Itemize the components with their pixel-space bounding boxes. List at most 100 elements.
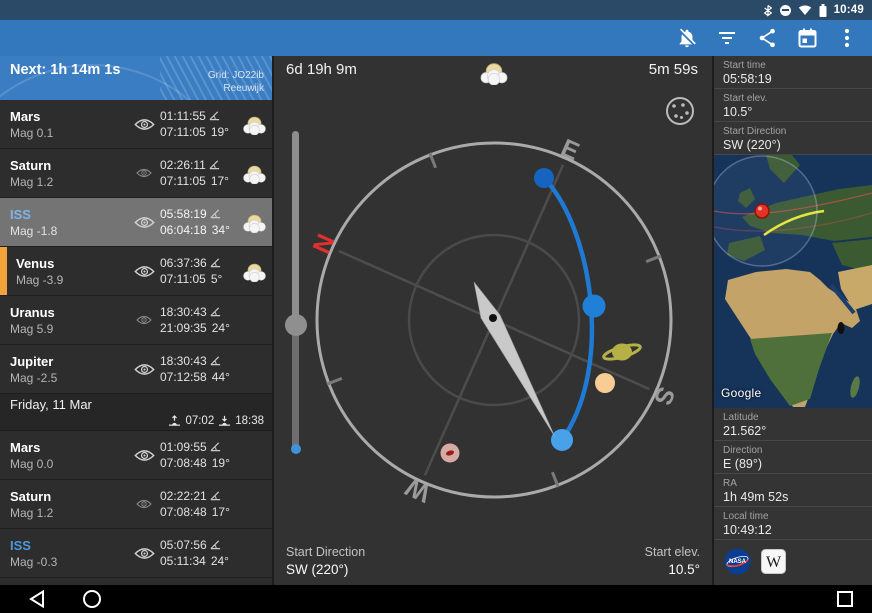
- visibility-eye-icon[interactable]: [128, 499, 160, 509]
- info-start-direction: Start Direction SW (220°): [714, 122, 872, 155]
- nav-back-button[interactable]: [28, 589, 46, 609]
- satellite-position-dot: [583, 295, 606, 318]
- weather-icon[interactable]: [236, 261, 272, 282]
- sunset-icon: [218, 415, 231, 427]
- app-screen: 10:49: [0, 0, 872, 613]
- visibility-eye-icon[interactable]: [128, 315, 160, 325]
- nav-home-button[interactable]: [82, 589, 102, 609]
- object-magnitude: Mag -0.3: [10, 554, 128, 570]
- mars-marker: [441, 444, 460, 463]
- visibility-eye-icon[interactable]: [128, 168, 160, 178]
- weather-icon[interactable]: [236, 114, 272, 135]
- object-magnitude: Mag 1.2: [10, 505, 128, 521]
- compass-north-label: N: [308, 230, 341, 258]
- list-item-saturn[interactable]: Saturn Mag 1.2 02:26:11 07:11:0517°: [0, 149, 272, 198]
- elevation-angle-icon: [210, 539, 221, 550]
- object-name: Uranus: [10, 304, 128, 321]
- object-name: Saturn: [10, 488, 128, 505]
- compass-south-label: S: [648, 383, 680, 410]
- notifications-off-button[interactable]: [674, 25, 700, 51]
- object-magnitude: Mag 0.0: [10, 456, 128, 472]
- start-elevation-readout: Start elev. 10.5°: [645, 544, 700, 578]
- list-item-venus[interactable]: Venus Mag -3.9 06:37:36 07:11:055°: [0, 247, 272, 296]
- info-start-elev: Start elev. 10.5°: [714, 89, 872, 122]
- list-item-mars[interactable]: Mars Mag 0.1 01:11:55 07:11:0519°: [0, 100, 272, 149]
- compass-center-dot: [489, 314, 497, 322]
- info-ra: RA 1h 49m 52s: [714, 474, 872, 507]
- info-latitude: Latitude 21.562°: [714, 408, 872, 441]
- compass-panel: 6d 19h 9m 5m 59s N E S W: [272, 56, 712, 585]
- list-item-iss-2[interactable]: ISS Mag -0.3 05:07:56 05:11:3424°: [0, 529, 272, 578]
- nasa-link-icon[interactable]: NASA: [724, 548, 751, 575]
- object-magnitude: Mag 1.2: [10, 174, 128, 190]
- observer-marker: [755, 204, 769, 218]
- pass-list-panel: Next: 1h 14m 1s Grid: JO22ib Reeuwijk Ma…: [0, 56, 272, 585]
- external-links: NASA W: [714, 540, 872, 575]
- device-pointer-needle: [474, 282, 555, 437]
- list-item-saturn-2[interactable]: Saturn Mag 1.2 02:22:21 07:08:4817°: [0, 480, 272, 529]
- visibility-eye-icon[interactable]: [128, 265, 160, 278]
- pass-end-dot: [551, 429, 573, 451]
- pass-start-dot: [534, 168, 554, 188]
- elevation-angle-icon: [210, 355, 221, 366]
- weather-icon[interactable]: [236, 163, 272, 184]
- overflow-menu-button[interactable]: [834, 25, 860, 51]
- nav-recents-button[interactable]: [836, 589, 854, 609]
- object-magnitude: Mag 0.1: [10, 125, 128, 141]
- compass-west-label: W: [401, 472, 434, 507]
- grid-location: Grid: JO22ib Reeuwijk: [208, 69, 264, 95]
- list-item-iss-selected[interactable]: ISS Mag -1.8 05:58:19 06:04:1834°: [0, 198, 272, 247]
- elevation-angle-icon: [209, 159, 220, 170]
- object-name: ISS: [10, 206, 128, 223]
- list-item-jupiter[interactable]: Jupiter Mag -2.5 18:30:43 07:12:5844°: [0, 345, 272, 394]
- visibility-eye-icon[interactable]: [128, 363, 160, 376]
- filter-button[interactable]: [714, 25, 740, 51]
- list-item-uranus[interactable]: Uranus Mag 5.9 18:30:43 21:09:3524°: [0, 296, 272, 345]
- next-pass-countdown: Next: 1h 14m 1s: [10, 62, 120, 78]
- highlight-bar: [0, 247, 7, 295]
- do-not-disturb-icon: [780, 5, 791, 16]
- list-item-mars-2[interactable]: Mars Mag 0.0 01:09:55 07:08:4819°: [0, 431, 272, 480]
- elevation-angle-icon: [210, 490, 221, 501]
- sky-compass[interactable]: N E S W: [274, 56, 712, 585]
- android-nav-bar: [0, 585, 872, 613]
- share-button[interactable]: [754, 25, 780, 51]
- calendar-button[interactable]: [794, 25, 820, 51]
- slider-thumb[interactable]: [285, 314, 307, 336]
- elevation-angle-icon: [210, 306, 221, 317]
- elevation-angle-icon: [210, 257, 221, 268]
- status-bar: 10:49: [0, 0, 872, 20]
- sunset-time: 18:38: [235, 415, 264, 427]
- time-slider[interactable]: [289, 131, 302, 461]
- elevation-angle-icon: [210, 441, 221, 452]
- ground-track-map[interactable]: Google: [714, 155, 872, 408]
- sunrise-icon: [168, 415, 181, 427]
- object-name: ISS: [10, 537, 128, 554]
- visibility-eye-icon[interactable]: [128, 547, 160, 560]
- slider-track-lower[interactable]: [292, 328, 299, 450]
- object-name: Saturn: [10, 157, 128, 174]
- compass-east-label: E: [557, 134, 584, 166]
- star-view-icon[interactable]: [667, 98, 693, 124]
- info-direction: Direction E (89°): [714, 441, 872, 474]
- object-magnitude: Mag -1.8: [10, 223, 128, 239]
- object-magnitude: Mag -3.9: [16, 272, 128, 288]
- slider-end-dot: [291, 444, 301, 454]
- sunrise-time: 07:02: [185, 415, 214, 427]
- visibility-eye-icon[interactable]: [128, 216, 160, 229]
- visibility-eye-icon[interactable]: [128, 118, 160, 131]
- wikipedia-link-icon[interactable]: W: [761, 549, 786, 574]
- slider-track[interactable]: [292, 131, 299, 328]
- visibility-eye-icon[interactable]: [128, 449, 160, 462]
- object-magnitude: Mag 5.9: [10, 321, 128, 337]
- object-name: Mars: [10, 439, 128, 456]
- object-name: Mars: [10, 108, 128, 125]
- elevation-angle-icon: [210, 208, 221, 219]
- date-section-header: Friday, 11 Mar 07:02 18:38: [0, 394, 272, 431]
- pass-list: Mars Mag 0.1 01:11:55 07:11:0519° Saturn…: [0, 100, 272, 578]
- weather-icon[interactable]: [236, 212, 272, 233]
- object-name: Venus: [16, 255, 128, 272]
- battery-icon: [819, 4, 827, 17]
- object-magnitude: Mag -2.5: [10, 370, 128, 386]
- status-clock: 10:49: [834, 4, 864, 16]
